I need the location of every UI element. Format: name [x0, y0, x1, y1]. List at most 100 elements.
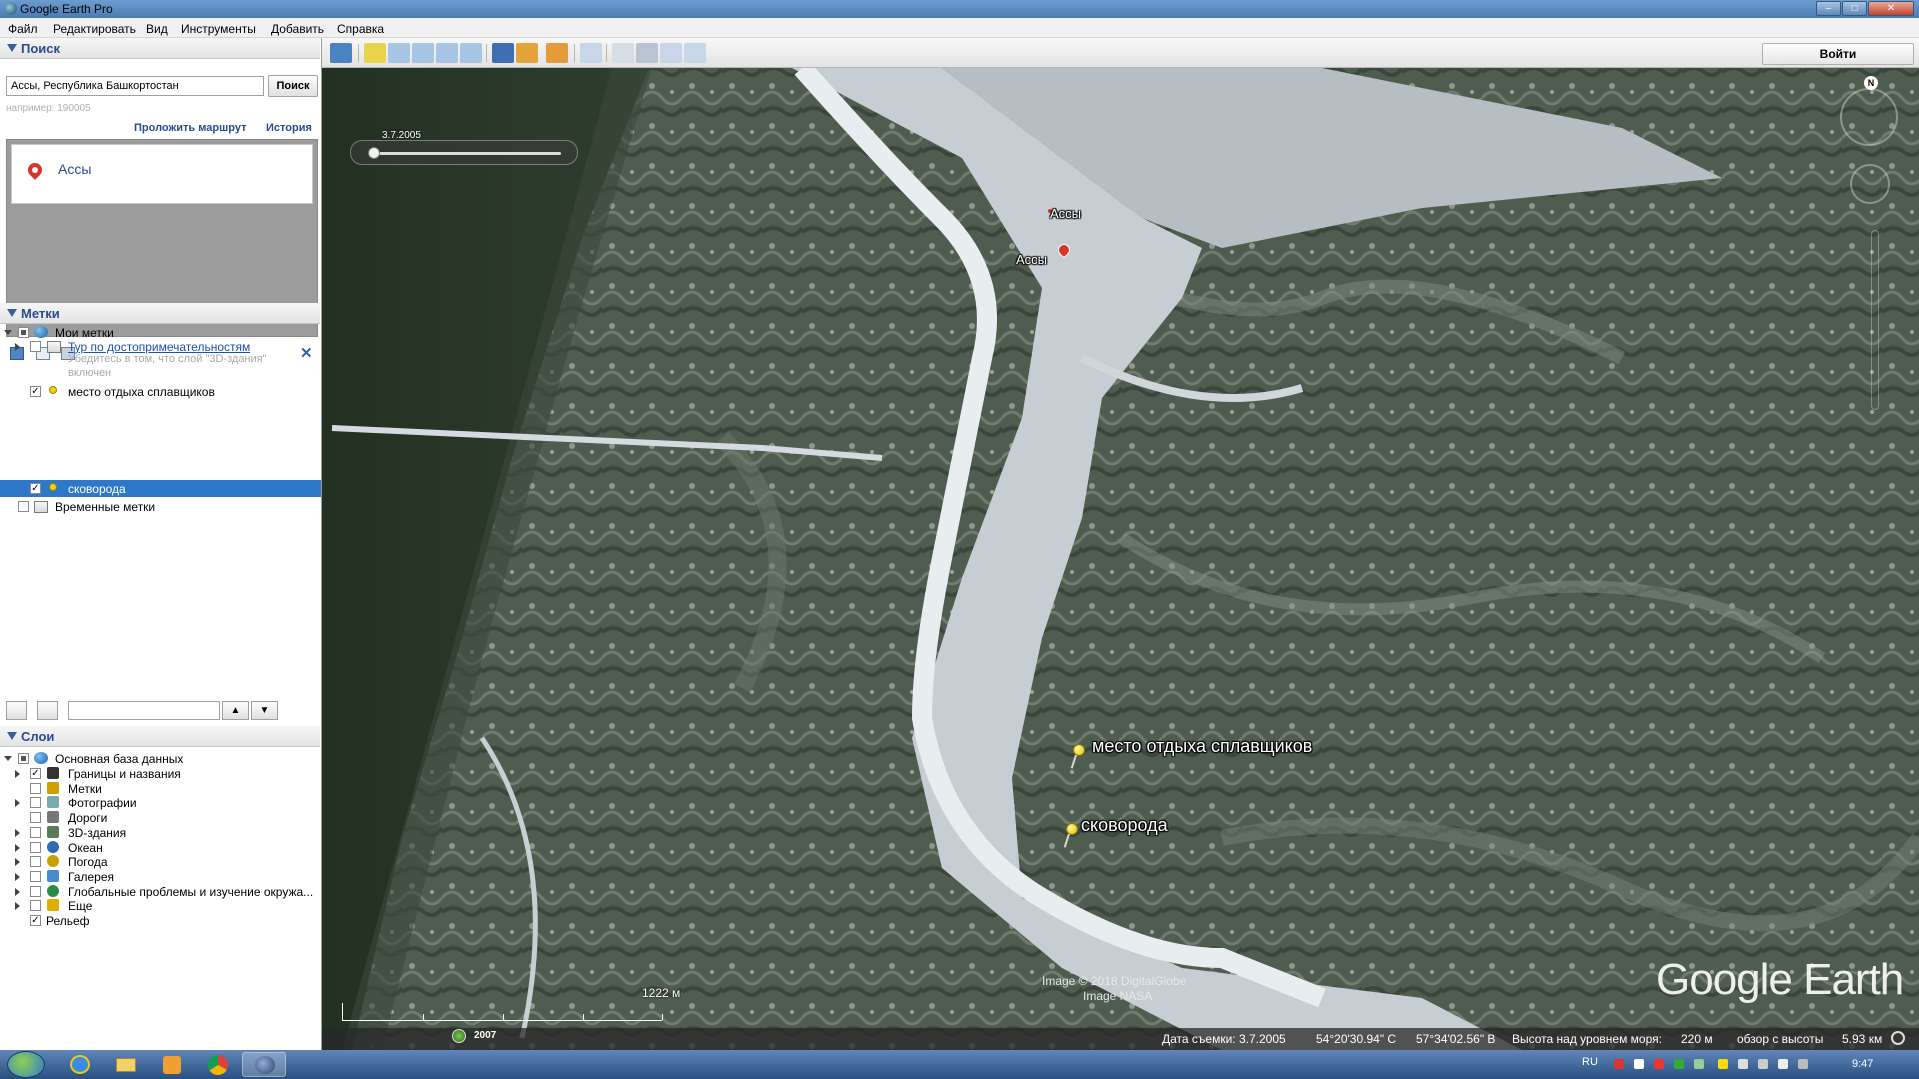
sign-in-button[interactable]: Войти	[1762, 43, 1914, 65]
menu-file[interactable]: Файл	[8, 22, 38, 36]
layers-section-header[interactable]: Слои	[0, 726, 320, 747]
layer-global-awareness[interactable]: Глобальные проблемы и изучение окружа...	[0, 884, 320, 900]
clock[interactable]: 9:47	[1852, 1058, 1873, 1070]
layer-more[interactable]: Еще	[0, 898, 320, 914]
satellite-imagery[interactable]	[322, 38, 1919, 1050]
history-link[interactable]: История	[266, 122, 312, 134]
search-result-title[interactable]: Ассы	[58, 161, 91, 177]
temp-checkbox[interactable]	[18, 501, 29, 512]
layer-roads-checkbox[interactable]	[30, 812, 41, 824]
historical-imagery-icon[interactable]	[452, 1029, 466, 1043]
expand-arrow-icon[interactable]	[15, 843, 20, 852]
skovoroda-checkbox[interactable]: ✓	[30, 483, 41, 494]
layer-places[interactable]: Метки	[0, 781, 320, 797]
yellow-pushpin-icon[interactable]	[1063, 823, 1081, 849]
save-image-icon[interactable]	[660, 43, 682, 63]
maximize-button[interactable]: □	[1842, 1, 1867, 16]
historical-imagery-icon[interactable]	[492, 43, 514, 63]
add-placemark-icon[interactable]	[364, 43, 386, 63]
media-player-icon[interactable]	[150, 1052, 194, 1077]
tour-checkbox[interactable]	[30, 341, 41, 352]
search-result-item[interactable]: Ассы	[11, 144, 313, 204]
directions-link[interactable]: Проложить маршрут	[134, 122, 246, 134]
look-joystick-icon[interactable]	[1840, 88, 1898, 146]
menu-add[interactable]: Добавить	[271, 22, 324, 36]
search-icon[interactable]	[6, 701, 27, 720]
places-filter-input[interactable]	[68, 701, 220, 720]
minimize-button[interactable]: –	[1816, 1, 1841, 16]
panel-toggle-icon[interactable]	[37, 701, 58, 720]
update-tray-icon[interactable]	[1674, 1059, 1684, 1069]
add-image-overlay-icon[interactable]	[436, 43, 458, 63]
layer-3d-buildings[interactable]: 3D-здания	[0, 825, 320, 841]
search-button[interactable]: Поиск	[268, 75, 318, 97]
time-slider-track[interactable]	[371, 152, 561, 155]
layer-terrain-checkbox[interactable]: ✓	[30, 915, 41, 926]
layer-weather[interactable]: Погода	[0, 854, 320, 870]
expand-arrow-icon[interactable]	[4, 330, 12, 335]
layers-root-checkbox[interactable]	[18, 753, 29, 764]
menu-view[interactable]: Вид	[146, 22, 168, 36]
arrow-up-icon[interactable]: ▲	[222, 701, 249, 720]
map-label-rest[interactable]: место отдыха сплавщиков	[1092, 736, 1312, 757]
flag-tray-icon[interactable]	[1758, 1059, 1768, 1069]
add-polygon-icon[interactable]	[388, 43, 410, 63]
email-icon[interactable]	[612, 43, 634, 63]
network-tray-icon[interactable]	[1778, 1059, 1788, 1069]
layer-borders[interactable]: ✓ Границы и названия	[0, 766, 320, 782]
tour-link[interactable]: Тур по достопримечательностям	[68, 340, 250, 354]
menu-tools[interactable]: Инструменты	[181, 22, 256, 36]
expand-arrow-icon[interactable]	[4, 756, 12, 761]
layer-places-checkbox[interactable]	[30, 782, 41, 794]
expand-arrow-icon[interactable]	[15, 799, 20, 808]
security-tray-icon[interactable]	[1654, 1059, 1664, 1069]
time-slider-knob[interactable]	[368, 147, 380, 159]
zoom-slider[interactable]	[1871, 230, 1879, 410]
menu-help[interactable]: Справка	[337, 22, 384, 36]
antivirus-tray-icon[interactable]	[1614, 1059, 1624, 1069]
google-earth-task-icon[interactable]	[242, 1052, 286, 1077]
internet-explorer-icon[interactable]	[58, 1052, 102, 1077]
close-button[interactable]: ✕	[1868, 1, 1914, 16]
layer-borders-checkbox[interactable]: ✓	[30, 768, 41, 779]
layer-photos-checkbox[interactable]	[30, 797, 41, 809]
chrome-icon[interactable]	[196, 1052, 240, 1077]
print-map-icon[interactable]	[636, 43, 658, 63]
search-section-header[interactable]: Поиск	[0, 38, 320, 59]
map-label-skovoroda[interactable]: сковорода	[1081, 815, 1168, 836]
sunlight-icon[interactable]	[516, 43, 538, 63]
layer-weather-checkbox[interactable]	[30, 856, 41, 868]
layer-terrain[interactable]: ✓ Рельеф	[0, 913, 320, 929]
arrow-down-icon[interactable]: ▼	[251, 701, 278, 720]
expand-arrow-icon[interactable]	[15, 343, 20, 351]
historical-time-slider[interactable]	[350, 140, 578, 165]
tree-layers-root[interactable]: Основная база данных	[0, 751, 320, 767]
map-view[interactable]: Войти 3.7.2005	[322, 38, 1919, 1050]
start-button-icon[interactable]	[7, 1051, 45, 1078]
app-tray-icon[interactable]	[1694, 1059, 1704, 1069]
battery-tray-icon[interactable]	[1718, 1059, 1728, 1069]
layer-more-checkbox[interactable]	[30, 900, 41, 912]
sidebar-toggle-icon[interactable]	[330, 43, 352, 63]
expand-arrow-icon[interactable]	[15, 770, 20, 778]
my-places-checkbox[interactable]	[18, 327, 29, 338]
layer-gallery-checkbox[interactable]	[30, 870, 41, 882]
layer-global-awareness-checkbox[interactable]	[30, 885, 41, 897]
bluetooth-tray-icon[interactable]	[1634, 1059, 1644, 1069]
layer-ocean-checkbox[interactable]	[30, 841, 41, 853]
yellow-pushpin-icon[interactable]	[1070, 744, 1088, 770]
map-label-assy-result[interactable]: Ассы	[1016, 252, 1047, 267]
layer-3d-buildings-checkbox[interactable]	[30, 826, 41, 838]
search-input[interactable]	[6, 76, 264, 96]
layer-gallery[interactable]: Галерея	[0, 869, 320, 885]
layer-photos[interactable]: Фотографии	[0, 795, 320, 811]
expand-arrow-icon[interactable]	[15, 828, 20, 837]
expand-arrow-icon[interactable]	[15, 887, 20, 896]
record-tour-icon[interactable]	[460, 43, 482, 63]
language-indicator[interactable]: RU	[1582, 1056, 1598, 1068]
places-section-header[interactable]: Метки	[0, 303, 320, 324]
map-label-assy[interactable]: Ассы	[1050, 206, 1081, 221]
tree-item-rest[interactable]: ✓ место отдыха сплавщиков	[0, 384, 320, 400]
explorer-folder-icon[interactable]	[104, 1052, 148, 1077]
move-joystick-icon[interactable]	[1850, 164, 1890, 204]
